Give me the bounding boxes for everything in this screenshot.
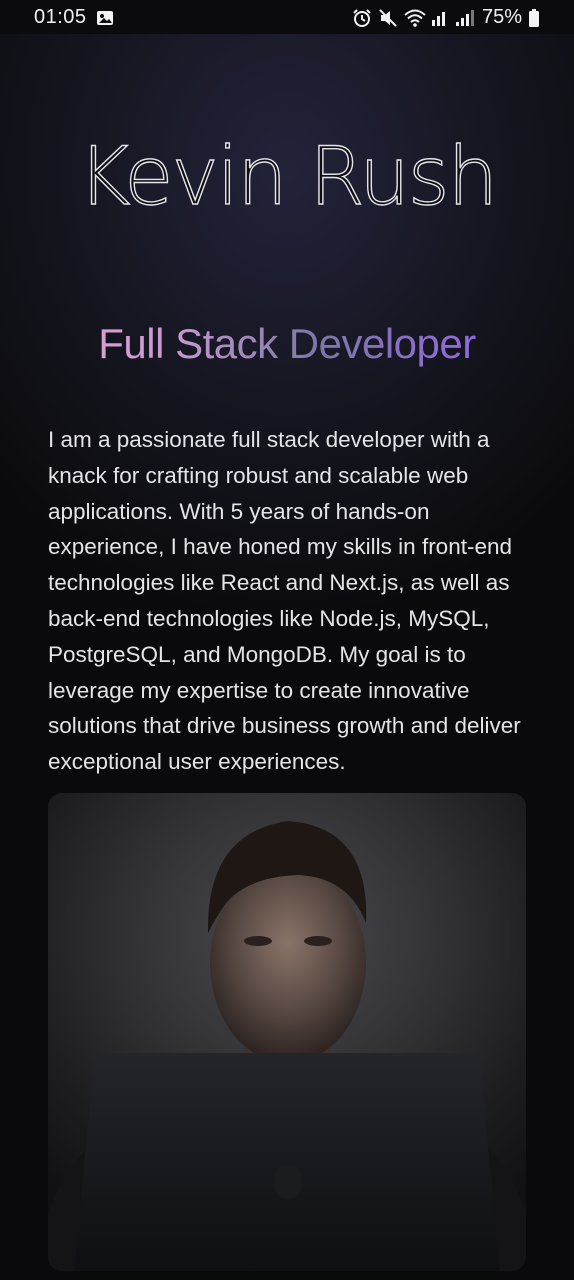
hero-name: Kevin Rush [77, 129, 499, 223]
hero-section: Kevin Rush Full Stack Developer I am a p… [0, 34, 574, 794]
status-bar: 01:05 75% [0, 0, 574, 34]
mute-icon [378, 8, 398, 28]
hero-role: Full Stack Developer [0, 320, 574, 368]
status-time: 01:05 [34, 6, 87, 28]
alarm-icon [352, 8, 372, 28]
battery-icon [528, 8, 540, 28]
profile-photo [48, 793, 526, 1271]
signal-icon [431, 8, 476, 28]
laptop [74, 1053, 500, 1271]
battery-percent: 75% [481, 6, 522, 28]
hero-bio: I am a passionate full stack developer w… [48, 427, 521, 775]
wifi-icon [404, 8, 426, 28]
gallery-icon [96, 9, 114, 32]
